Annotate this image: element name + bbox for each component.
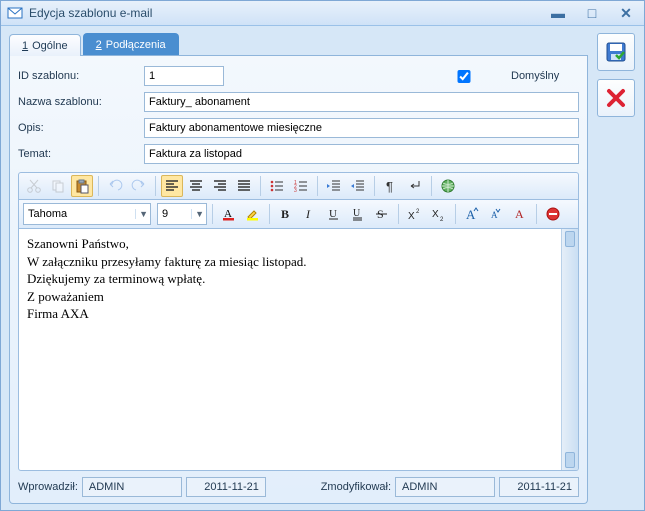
align-center-icon[interactable]: [185, 175, 207, 197]
subject-field[interactable]: [144, 144, 579, 164]
align-left-icon[interactable]: [161, 175, 183, 197]
number-list-icon[interactable]: 123: [290, 175, 312, 197]
id-label: ID szablonu:: [18, 70, 138, 82]
undo-icon[interactable]: [104, 175, 126, 197]
id-field[interactable]: [144, 66, 224, 86]
cut-icon[interactable]: [23, 175, 45, 197]
default-checkbox-wrap[interactable]: Domyślny: [420, 67, 559, 86]
modified-date: 2011-11-21: [499, 477, 579, 497]
svg-text:A: A: [491, 210, 498, 220]
svg-text:A: A: [466, 207, 476, 222]
maximize-button[interactable]: □: [580, 5, 604, 21]
svg-text:I: I: [305, 207, 311, 221]
created-by-user: ADMIN: [82, 477, 182, 497]
svg-text:¶: ¶: [386, 179, 393, 194]
chevron-down-icon: ▼: [191, 209, 204, 219]
desc-label: Opis:: [18, 122, 138, 134]
font-size-select[interactable]: 9▼: [157, 203, 207, 225]
italic-icon[interactable]: I: [299, 203, 321, 225]
svg-text:U: U: [353, 208, 361, 219]
font-dialog-icon[interactable]: A: [509, 203, 531, 225]
highlight-color-icon[interactable]: [242, 203, 264, 225]
svg-text:X: X: [408, 211, 415, 222]
side-toolbar: [596, 33, 636, 504]
tab-general[interactable]: 1 Ogólne: [9, 34, 81, 56]
double-underline-icon[interactable]: U: [347, 203, 369, 225]
editor-toolbar-1: 123 ¶: [18, 172, 579, 200]
tab-strip: 1 Ogólne 2 Podłączenia: [9, 33, 588, 56]
name-label: Nazwa szablonu:: [18, 96, 138, 108]
svg-text:X: X: [432, 209, 439, 220]
font-family-select[interactable]: Tahoma▼: [23, 203, 151, 225]
modified-by-label: Zmodyfikował:: [321, 481, 391, 493]
tab-connections[interactable]: 2 Podłączenia: [83, 33, 179, 55]
tab-panel-general: ID szablonu: Domyślny Nazwa szablonu: Op…: [9, 56, 588, 504]
subscript-icon[interactable]: X2: [428, 203, 450, 225]
default-label: Domyślny: [511, 70, 559, 82]
title-bar: Edycja szablonu e-mail ▬ □ ✕: [1, 1, 644, 26]
close-button[interactable]: ✕: [614, 5, 638, 21]
window-title: Edycja szablonu e-mail: [29, 6, 546, 20]
align-right-icon[interactable]: [209, 175, 231, 197]
app-icon: [7, 5, 23, 21]
created-by-label: Wprowadził:: [18, 481, 78, 493]
indent-icon[interactable]: [347, 175, 369, 197]
bold-icon[interactable]: B: [275, 203, 297, 225]
modified-by-user: ADMIN: [395, 477, 495, 497]
strikethrough-icon[interactable]: S: [371, 203, 393, 225]
window: Edycja szablonu e-mail ▬ □ ✕ 1 Ogólne 2 …: [0, 0, 645, 511]
editor-body[interactable]: Szanowni Państwo, W załączniku przesyłam…: [18, 229, 579, 471]
cancel-button[interactable]: [597, 79, 635, 117]
svg-text:U: U: [329, 208, 337, 220]
svg-text:2: 2: [416, 209, 420, 215]
svg-text:2: 2: [440, 217, 444, 222]
name-field[interactable]: [144, 92, 579, 112]
save-button[interactable]: [597, 33, 635, 71]
clear-formatting-icon[interactable]: [542, 203, 564, 225]
font-color-icon[interactable]: A: [218, 203, 240, 225]
default-checkbox[interactable]: [424, 70, 504, 83]
audit-footer: Wprowadził: ADMIN 2011-11-21 Zmodyfikowa…: [18, 477, 579, 497]
svg-text:B: B: [281, 207, 289, 221]
editor-content[interactable]: Szanowni Państwo, W załączniku przesyłam…: [19, 229, 561, 470]
align-justify-icon[interactable]: [233, 175, 255, 197]
hyperlink-icon[interactable]: [437, 175, 459, 197]
line-break-icon[interactable]: [404, 175, 426, 197]
svg-text:A: A: [515, 207, 524, 221]
redo-icon[interactable]: [128, 175, 150, 197]
underline-icon[interactable]: U: [323, 203, 345, 225]
form: ID szablonu: Domyślny Nazwa szablonu: Op…: [18, 66, 579, 164]
paste-icon[interactable]: [71, 175, 93, 197]
outdent-icon[interactable]: [323, 175, 345, 197]
superscript-icon[interactable]: X2: [404, 203, 426, 225]
chevron-down-icon: ▼: [135, 209, 148, 219]
editor-toolbar-2: Tahoma▼ 9▼ A B I U U S: [18, 200, 579, 229]
subject-label: Temat:: [18, 148, 138, 160]
shrink-font-icon[interactable]: A: [485, 203, 507, 225]
bullet-list-icon[interactable]: [266, 175, 288, 197]
desc-field[interactable]: [144, 118, 579, 138]
grow-font-icon[interactable]: A: [461, 203, 483, 225]
paragraph-icon[interactable]: ¶: [380, 175, 402, 197]
vertical-scrollbar[interactable]: [561, 229, 578, 470]
created-date: 2011-11-21: [186, 477, 266, 497]
copy-icon[interactable]: [47, 175, 69, 197]
svg-text:3: 3: [294, 188, 297, 194]
minimize-button[interactable]: ▬: [546, 5, 570, 21]
